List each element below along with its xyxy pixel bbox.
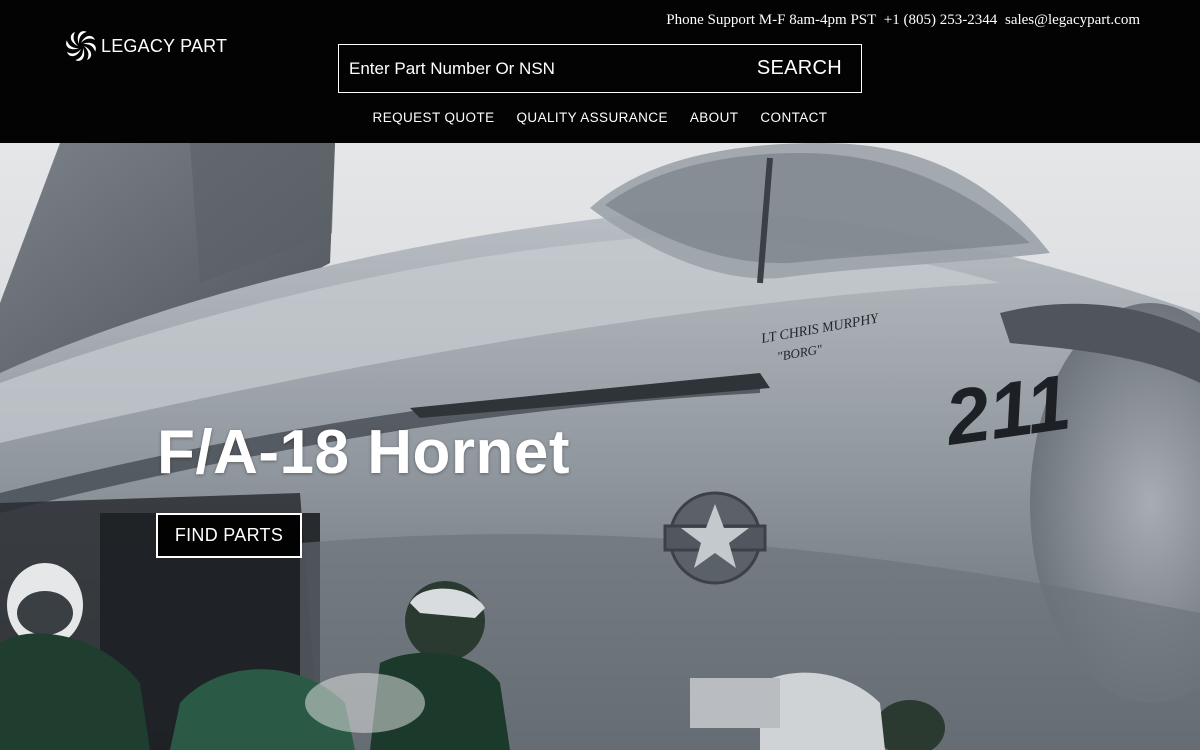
nav-contact[interactable]: CONTACT	[749, 110, 838, 125]
nav-request-quote[interactable]: REQUEST QUOTE	[362, 110, 506, 125]
modex-marking: 211	[938, 357, 1075, 462]
site-logo[interactable]: LEGACY PART	[63, 29, 227, 63]
support-info: Phone Support M-F 8am-4pm PST +1 (805) 2…	[662, 12, 1140, 29]
logo-text: LEGACY PART	[101, 35, 228, 56]
logo-swirl-icon	[66, 31, 96, 61]
support-email-link[interactable]: sales@legacypart.com	[1005, 12, 1140, 28]
nav-quality-assurance[interactable]: QUALITY ASSURANCE	[506, 110, 679, 125]
support-phone-link[interactable]: +1 (805) 253-2344	[884, 12, 997, 28]
hero-title: F/A-18 Hornet	[157, 418, 570, 487]
part-search-form: SEARCH	[338, 44, 862, 93]
search-button[interactable]: SEARCH	[747, 57, 861, 80]
part-search-input[interactable]	[339, 45, 747, 92]
site-header: Phone Support M-F 8am-4pm PST +1 (805) 2…	[0, 0, 1200, 143]
hero-banner: LT CHRIS MURPHY "BORG" 211 F/A-18 Hornet…	[0, 143, 1200, 750]
support-hours: Phone Support M-F 8am-4pm PST	[666, 12, 877, 28]
main-nav: REQUEST QUOTE QUALITY ASSURANCE ABOUT CO…	[0, 110, 1200, 125]
nav-about[interactable]: ABOUT	[679, 110, 750, 125]
find-parts-button[interactable]: FIND PARTS	[156, 513, 302, 558]
